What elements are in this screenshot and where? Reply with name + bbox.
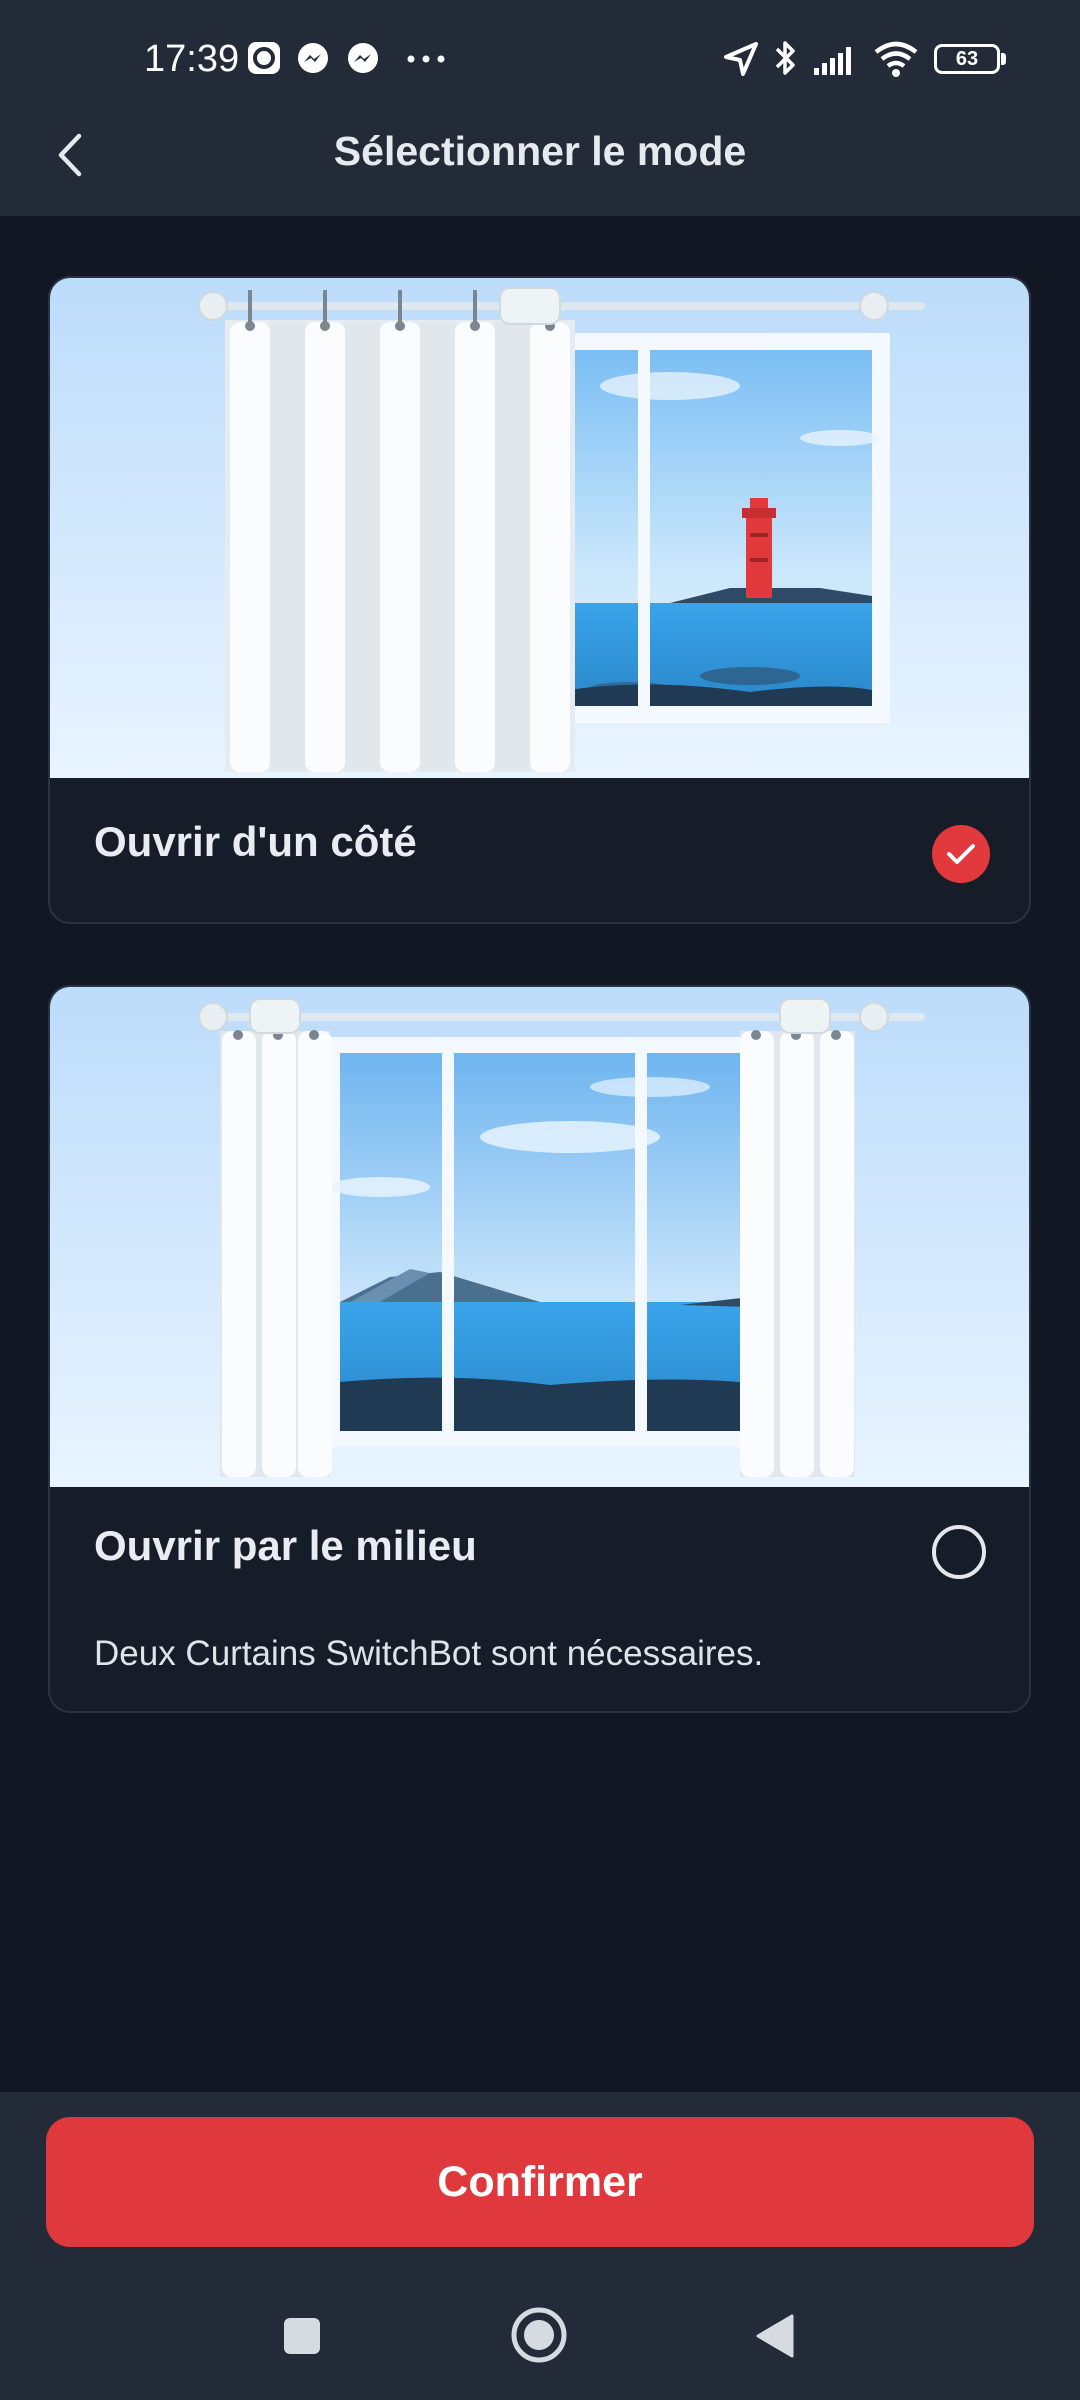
app-header: 17:39 63 Sélectionner le mode <box>0 0 1080 216</box>
mode-label: Ouvrir par le milieu <box>94 1522 477 1569</box>
selected-check-icon <box>932 825 990 883</box>
battery-icon: 63 <box>934 44 1000 74</box>
curtain-one-side-illustration <box>50 278 1029 778</box>
location-arrow-icon <box>724 42 758 76</box>
confirm-button[interactable]: Confirmer <box>46 2117 1034 2247</box>
back-triangle-icon[interactable] <box>754 2312 796 2360</box>
status-time: 17:39 <box>144 38 240 80</box>
battery-level: 63 <box>955 47 979 70</box>
battery-tip <box>1001 53 1006 65</box>
mode-card-one-side[interactable]: Ouvrir d'un côté <box>48 276 1031 924</box>
status-bar: 17:39 63 <box>0 0 1080 120</box>
curtain-middle-illustration <box>50 987 1029 1487</box>
signal-icon <box>814 47 851 75</box>
recents-square-icon[interactable] <box>282 2316 322 2356</box>
bluetooth-icon <box>775 41 795 75</box>
messenger-icon <box>348 43 378 73</box>
page-title: Sélectionner le mode <box>333 128 747 174</box>
mode-description: Deux Curtains SwitchBot sont nécessaires… <box>94 1634 764 1673</box>
notification-app-icon <box>248 42 280 74</box>
mode-label: Ouvrir d'un côté <box>94 818 417 865</box>
home-circle-icon[interactable] <box>510 2306 568 2364</box>
unselected-radio-icon[interactable] <box>932 1525 986 1579</box>
wifi-icon <box>874 41 918 77</box>
mode-card-middle[interactable]: Ouvrir par le milieu Deux Curtains Switc… <box>48 985 1031 1713</box>
messenger-icon <box>298 43 328 73</box>
more-dots-icon <box>407 55 445 63</box>
